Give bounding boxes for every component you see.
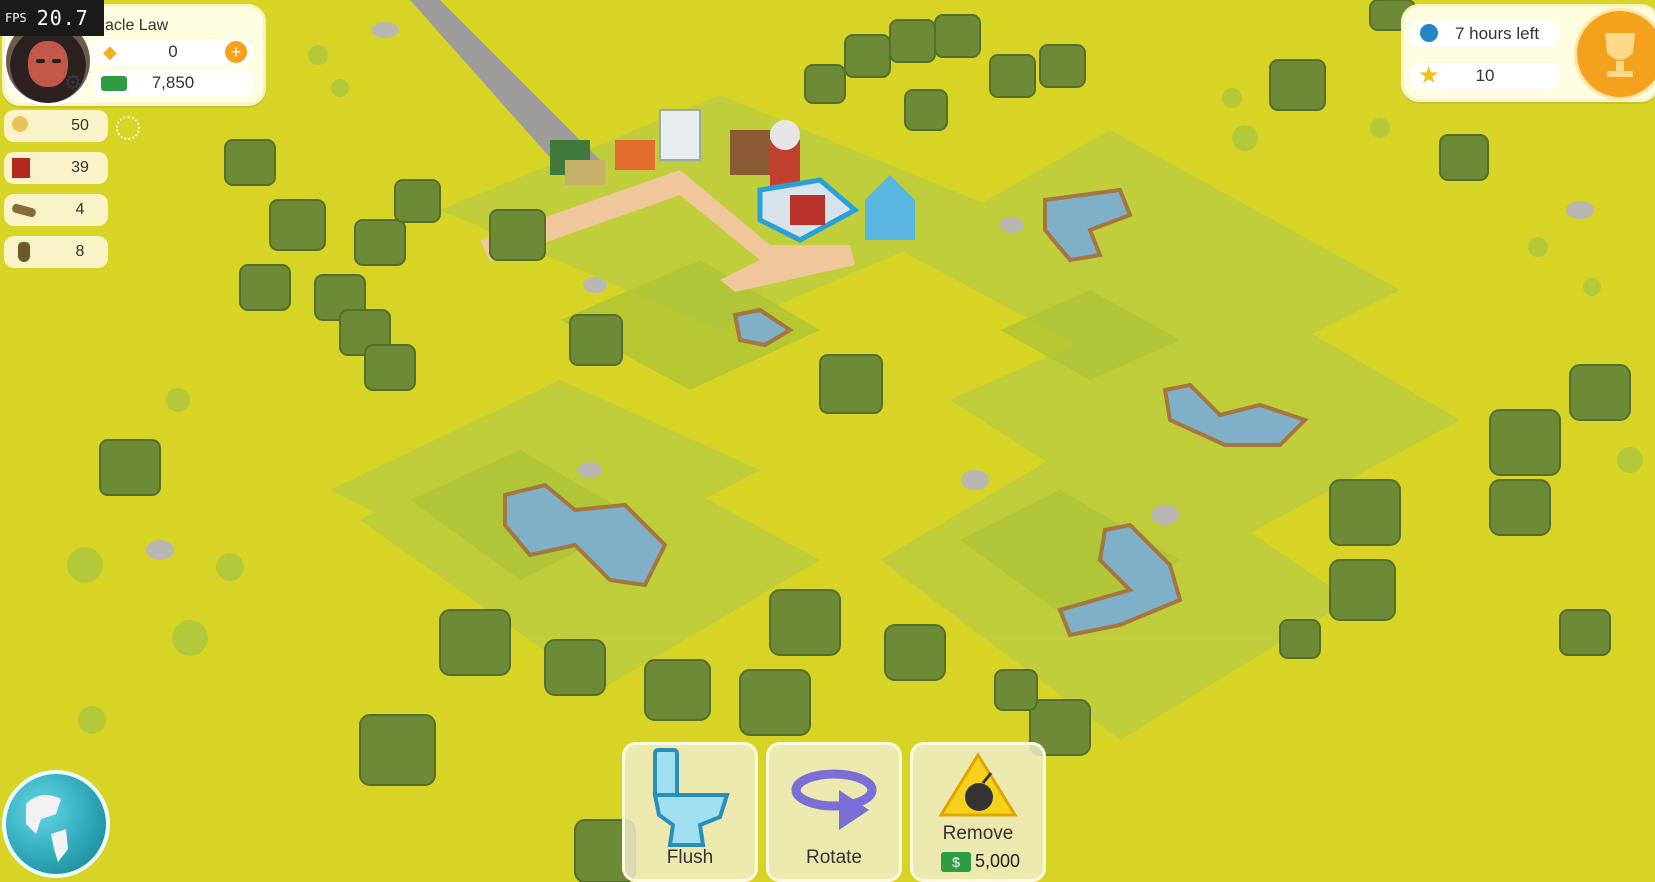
gems-value: 0: [168, 42, 178, 61]
remove-price: $ 5,000: [941, 851, 1020, 872]
remove-price-value: 5,000: [975, 851, 1021, 871]
avatar-eye: [36, 59, 45, 63]
flush-tool-button[interactable]: Flush: [622, 742, 758, 882]
trophy-icon[interactable]: [1574, 8, 1655, 100]
rotate-tool-button[interactable]: Rotate: [766, 742, 902, 882]
cash-icon: [101, 76, 127, 91]
resource-count: 39: [71, 159, 89, 176]
fps-counter: FPS 20.7: [0, 0, 104, 36]
avatar-eye: [52, 59, 61, 63]
rotate-label: Rotate: [806, 847, 862, 868]
world-map-globe-button[interactable]: [2, 770, 110, 878]
cash-icon: $: [941, 851, 971, 872]
acorn-icon: [18, 242, 30, 262]
cash-value: 7,850: [151, 73, 195, 92]
resource-count: 8: [75, 243, 85, 260]
remove-label: Remove: [942, 823, 1014, 844]
rotate-icon: [791, 769, 877, 830]
stars-value: 10: [1475, 66, 1495, 85]
worker-icon: [12, 116, 28, 132]
wood-log-icon: [11, 203, 37, 218]
bomb-warning-icon: [938, 752, 1018, 817]
resource-count: 50: [71, 117, 89, 134]
resource-count: 4: [75, 201, 85, 218]
fps-value: 20.7: [36, 6, 89, 30]
gem-icon: ◆: [103, 42, 117, 62]
time-left-value: 7 hours left: [1454, 24, 1540, 43]
star-icon: ★: [1418, 62, 1440, 89]
gems-counter: ◆ 0 +: [93, 39, 253, 65]
time-left-counter: 7 hours left: [1410, 21, 1560, 47]
resource-wood: 4: [4, 194, 108, 226]
globe-icon: [26, 795, 68, 862]
clock-icon: [1418, 22, 1440, 44]
loading-spinner-icon: [116, 116, 140, 140]
flush-label: Flush: [666, 847, 714, 868]
cash-counter: 7,850: [93, 70, 253, 96]
brick-icon: [12, 158, 30, 178]
trophy-icon-graphic: [1605, 33, 1635, 77]
add-gems-button[interactable]: +: [225, 41, 247, 63]
avatar-face: [28, 41, 68, 87]
stars-counter: ★ 10: [1410, 62, 1560, 89]
fps-label: FPS: [5, 11, 27, 25]
resource-workers: 50: [4, 110, 108, 142]
toilet-icon: [652, 748, 730, 847]
resource-acorns: 8: [4, 236, 108, 268]
settings-gear-icon[interactable]: ⚙: [64, 72, 84, 92]
remove-tool-button[interactable]: Remove $ 5,000: [910, 742, 1046, 882]
resource-bricks: 39: [4, 152, 108, 184]
player-name: acle Law: [105, 17, 169, 34]
